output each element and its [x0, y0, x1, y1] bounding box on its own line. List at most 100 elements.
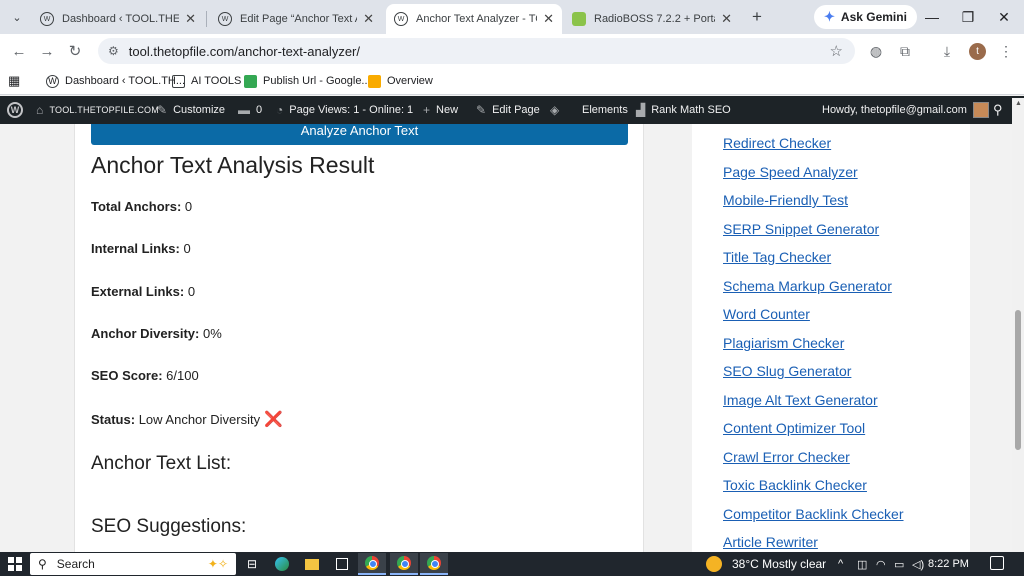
sidebar-link-image-alt-text-generator[interactable]: Image Alt Text Generator	[723, 392, 878, 408]
minimize-icon[interactable]: —	[912, 6, 952, 28]
metric-seo-score: SEO Score: 6/100	[91, 368, 199, 383]
translate-icon[interactable]: ◍	[866, 41, 886, 61]
admin-account[interactable]: Howdy, thetopfile@gmail.com	[822, 96, 989, 124]
close-icon[interactable]: ✕	[185, 11, 196, 27]
weather-widget[interactable]: 38°C Mostly clear	[706, 552, 826, 576]
sidebar-link-word-counter[interactable]: Word Counter	[723, 306, 810, 322]
admin-page-views[interactable]: ◔ Page Views: 1 - Online: 1	[276, 96, 413, 124]
sidebar-link-article-rewriter[interactable]: Article Rewriter	[723, 534, 818, 550]
shield-favicon-icon	[572, 12, 586, 26]
scrollbar-thumb[interactable]	[1015, 310, 1021, 450]
result-title: Anchor Text Analysis Result	[91, 152, 375, 178]
admin-elements[interactable]: Elements	[582, 96, 628, 124]
menu-kebab-icon[interactable]: ⋮	[996, 41, 1016, 61]
wifi-icon[interactable]: ◠	[876, 552, 886, 576]
bookmark-publish-url[interactable]: Publish Url - Google...	[244, 73, 371, 89]
taskbar-search-placeholder: Search	[56, 557, 95, 571]
tab-dashboard[interactable]: W Dashboard ‹ TOOL.THETOPFILE ✕	[32, 4, 204, 34]
analytics-icon	[368, 74, 381, 88]
chrome-profile-3-icon[interactable]	[420, 553, 448, 575]
new-tab-button[interactable]: +	[746, 6, 768, 28]
download-icon[interactable]: ⤓	[937, 41, 957, 61]
page-scrollbar[interactable]: ▲	[1012, 98, 1024, 552]
task-view-icon[interactable]: ⊟	[238, 553, 266, 575]
sidebar-link-plagiarism-checker[interactable]: Plagiarism Checker	[723, 335, 844, 351]
admin-site-name[interactable]: ⌂ TOOL.THETOPFILE.COM	[36, 96, 159, 124]
tab-anchor-text-analyzer[interactable]: W Anchor Text Analyzer - TOOL ✕	[386, 4, 562, 34]
admin-rank-math[interactable]: ▟ Rank Math SEO	[636, 96, 731, 124]
back-arrow-icon[interactable]: ←	[8, 40, 30, 62]
sidebar-link-serp-snippet-generator[interactable]: SERP Snippet Generator	[723, 221, 879, 237]
tab-title: Dashboard ‹ TOOL.THETOPFILE	[62, 13, 180, 25]
bookmark-overview[interactable]: Overview	[368, 73, 433, 89]
browser-toolbar: ← → ↻ ⚙ tool.thetopfile.com/anchor-text-…	[0, 34, 1024, 67]
sidebar-link-mobile-friendly-test[interactable]: Mobile-Friendly Test	[723, 192, 848, 208]
profile-avatar[interactable]: t	[969, 43, 986, 60]
admin-customize[interactable]: ✎ Customize	[157, 96, 225, 124]
ask-gemini-button[interactable]: ✦ Ask Gemini	[814, 5, 917, 29]
weather-moon-icon	[706, 556, 722, 572]
bookmark-ai-tools[interactable]: AI TOOLS	[172, 73, 241, 89]
scroll-up-icon[interactable]: ▲	[1015, 100, 1022, 107]
plus-icon: +	[423, 103, 431, 117]
address-bar[interactable]: ⚙ tool.thetopfile.com/anchor-text-analyz…	[98, 38, 855, 64]
metric-anchor-diversity: Anchor Diversity: 0%	[91, 326, 222, 341]
sidebar-link-schema-markup-generator[interactable]: Schema Markup Generator	[723, 278, 892, 294]
reload-icon[interactable]: ↻	[64, 40, 86, 62]
forward-arrow-icon[interactable]: →	[36, 40, 58, 62]
volume-icon[interactable]: ◁)	[912, 552, 924, 576]
battery-icon[interactable]: ▭	[894, 552, 904, 576]
sidebar-link-title-tag-checker[interactable]: Title Tag Checker	[723, 249, 831, 265]
meet-icon[interactable]: ◫	[857, 552, 867, 576]
weather-text: 38°C Mostly clear	[732, 557, 827, 571]
close-icon[interactable]: ✕	[721, 11, 732, 27]
tab-edit-page[interactable]: W Edit Page “Anchor Text Analy ✕	[210, 4, 382, 34]
extensions-icon[interactable]: ⧉	[895, 41, 915, 61]
tray-chevron-icon[interactable]: ^	[838, 552, 843, 576]
admin-search-icon[interactable]: ⚲	[993, 96, 1003, 124]
seo-suggestions-heading: SEO Suggestions:	[91, 516, 247, 537]
sidebar-link-competitor-backlink-checker[interactable]: Competitor Backlink Checker	[723, 506, 904, 522]
bookmark-dashboard[interactable]: W Dashboard ‹ TOOL.TH...	[46, 73, 185, 89]
bookmarks-bar: ▦ W Dashboard ‹ TOOL.TH... AI TOOLS Publ…	[0, 67, 1024, 95]
window-close-icon[interactable]: ✕	[984, 6, 1024, 28]
home-icon: ⌂	[36, 103, 44, 117]
sidebar-link-seo-slug-generator[interactable]: SEO Slug Generator	[723, 363, 851, 379]
sidebar-link-content-optimizer-tool[interactable]: Content Optimizer Tool	[723, 420, 865, 436]
admin-comments[interactable]: ▬ 0	[238, 96, 262, 124]
bookmark-label: Publish Url - Google...	[263, 75, 371, 87]
bookmark-star-icon[interactable]: ☆	[830, 42, 843, 60]
tab-radioboss[interactable]: RadioBOSS 7.2.2 + Portable ✕	[564, 4, 740, 34]
site-info-icon[interactable]: ⚙	[108, 44, 119, 58]
edge-icon[interactable]	[268, 553, 296, 575]
admin-edit-page[interactable]: ✎ Edit Page	[476, 96, 540, 124]
restore-icon[interactable]: ❐	[948, 6, 988, 28]
apps-grid-icon[interactable]: ▦	[8, 73, 20, 89]
taskbar-search-box[interactable]: ⚲ Search ✦✧	[30, 553, 236, 575]
close-icon[interactable]: ✕	[363, 11, 374, 27]
tab-title: Edit Page “Anchor Text Analy	[240, 13, 357, 25]
chrome-profile-2-icon[interactable]	[390, 553, 418, 575]
close-icon[interactable]: ✕	[543, 11, 554, 27]
sidebar-link-toxic-backlink-checker[interactable]: Toxic Backlink Checker	[723, 477, 867, 493]
chrome-taskbar-icon[interactable]	[358, 553, 386, 575]
sidebar-link-page-speed-analyzer[interactable]: Page Speed Analyzer	[723, 164, 858, 180]
wordpress-logo-icon[interactable]: W	[7, 96, 23, 124]
microsoft-store-icon[interactable]	[328, 553, 356, 575]
comment-icon: ▬	[238, 103, 250, 117]
taskbar-clock[interactable]: 8:22 PM	[928, 552, 969, 576]
admin-new[interactable]: + New	[423, 96, 458, 124]
file-explorer-icon[interactable]	[298, 553, 326, 575]
search-highlight-icon: ✦✧	[207, 557, 228, 571]
tab-title: RadioBOSS 7.2.2 + Portable	[594, 13, 715, 25]
cross-mark-icon: ❌	[264, 411, 283, 428]
windows-start-icon[interactable]	[8, 557, 22, 571]
elementor-icon[interactable]: ◈	[550, 96, 565, 124]
ask-gemini-label: Ask Gemini	[840, 10, 907, 24]
analyze-anchor-text-button[interactable]: Analyze Anchor Text	[91, 124, 628, 145]
notification-icon[interactable]	[990, 556, 1004, 570]
bookmark-label: AI TOOLS	[191, 75, 242, 87]
sidebar-link-crawl-error-checker[interactable]: Crawl Error Checker	[723, 449, 850, 465]
tab-search-chevron-icon[interactable]: ⌄	[6, 7, 28, 27]
sidebar-link-redirect-checker[interactable]: Redirect Checker	[723, 135, 831, 151]
